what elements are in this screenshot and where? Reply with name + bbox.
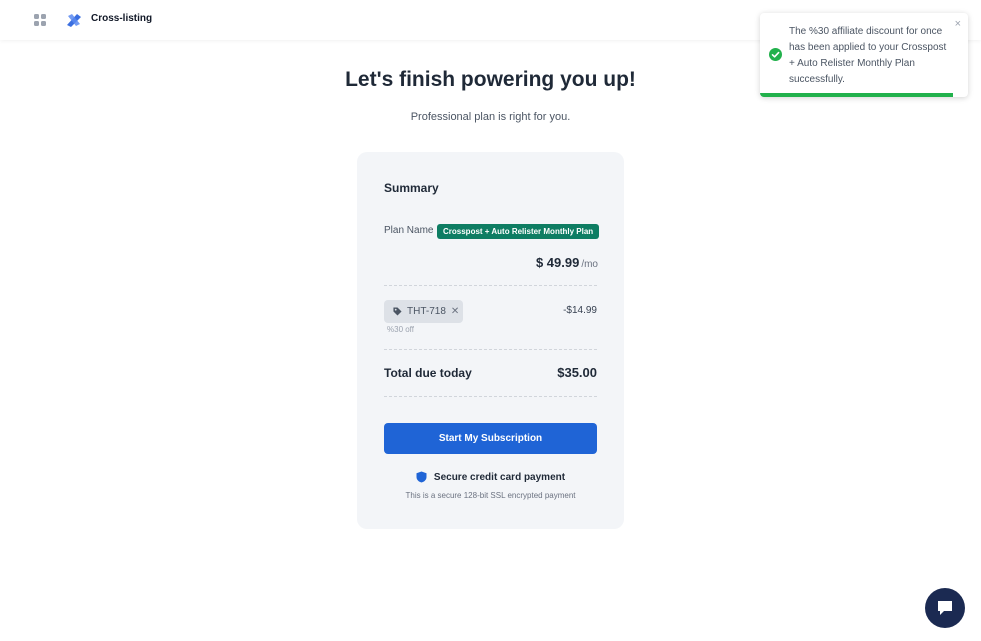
- chat-launcher-button[interactable]: [925, 588, 965, 628]
- page-subtitle: Professional plan is right for you.: [410, 111, 571, 123]
- logo-icon[interactable]: [65, 11, 83, 29]
- ssl-note: This is a secure 128-bit SSL encrypted p…: [405, 491, 576, 500]
- check-circle-icon: [769, 48, 782, 61]
- divider: [384, 349, 597, 350]
- divider: [384, 396, 597, 397]
- summary-title: Summary: [384, 181, 439, 195]
- coupon-chip: THT-718 ✕: [384, 300, 463, 323]
- success-toast: The %30 affiliate discount for once has …: [760, 13, 968, 97]
- summary-card: Summary Plan Name Crosspost + Auto Relis…: [357, 152, 624, 529]
- plan-price-period: /mo: [581, 259, 598, 270]
- plan-price: $ 49.99/mo: [536, 255, 598, 270]
- coupon-code: THT-718: [407, 306, 446, 317]
- toast-message: The %30 affiliate discount for once has …: [789, 26, 947, 85]
- brand-name[interactable]: Cross-listing: [91, 13, 152, 24]
- shield-icon: [416, 471, 427, 483]
- apps-grid-icon[interactable]: [33, 13, 47, 27]
- start-subscription-button[interactable]: Start My Subscription: [384, 423, 597, 454]
- toast-progress-bar: [760, 93, 954, 97]
- chat-bubble-icon: [938, 601, 952, 615]
- tag-icon: [393, 307, 402, 316]
- plan-name-badge: Crosspost + Auto Relister Monthly Plan: [437, 224, 600, 239]
- coupon-off-label: %30 off: [387, 325, 414, 334]
- divider: [384, 285, 597, 286]
- secure-payment-row: Secure credit card payment: [357, 471, 624, 483]
- toast-close-icon[interactable]: ×: [955, 18, 961, 30]
- discount-amount: -$14.99: [563, 305, 597, 316]
- plan-price-amount: $ 49.99: [535, 255, 580, 270]
- secure-payment-label: Secure credit card payment: [433, 471, 566, 483]
- plan-name-label: Plan Name: [384, 225, 434, 236]
- total-label: Total due today: [384, 366, 472, 380]
- remove-coupon-icon[interactable]: ✕: [451, 306, 459, 317]
- total-value: $35.00: [557, 365, 597, 380]
